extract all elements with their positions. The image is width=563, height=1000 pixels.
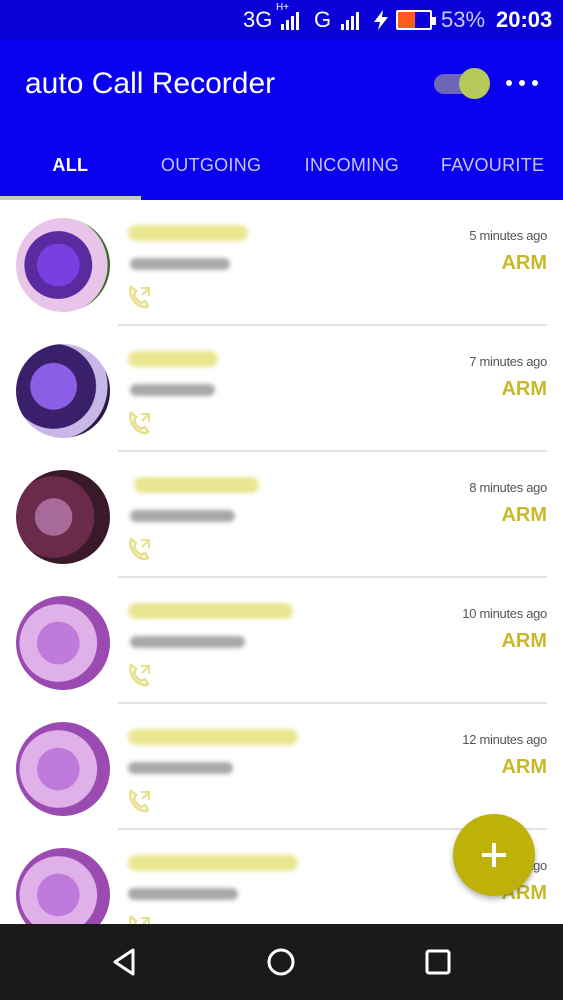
avatar: [16, 848, 110, 924]
tab-all[interactable]: ALL: [0, 140, 141, 200]
contact-name-redacted: [128, 603, 293, 619]
contact-name-redacted: [128, 225, 248, 241]
avatar: [16, 344, 110, 438]
navigation-bar: [0, 924, 563, 1000]
network-type-g: G: [314, 7, 332, 32]
sim-label: ARM: [501, 378, 547, 400]
avatar: [16, 470, 110, 564]
contact-number-redacted: [130, 258, 230, 270]
contact-number-redacted: [130, 384, 215, 396]
battery-percent: 53%: [441, 7, 486, 32]
outgoing-call-icon: [129, 285, 150, 309]
call-list: 5 minutes ago ARM 7 minutes ago ARM 8 mi…: [0, 200, 563, 924]
call-time: 7 minutes ago: [469, 354, 547, 369]
contact-number-redacted: [128, 762, 233, 774]
tab-favourite[interactable]: FAVOURITE: [422, 140, 563, 200]
contact-name-redacted: [128, 351, 218, 367]
signal-icon: [281, 10, 301, 30]
app-title: auto Call Recorder: [25, 67, 276, 100]
home-icon[interactable]: [263, 944, 299, 980]
list-item[interactable]: 5 minutes ago ARM: [0, 200, 563, 326]
call-time: 10 minutes ago: [462, 606, 547, 621]
avatar: [16, 596, 110, 690]
back-icon[interactable]: [107, 944, 143, 980]
more-vertical-icon[interactable]: [506, 70, 538, 96]
app-bar: auto Call Recorder ALL OUTGOING INCOMING…: [0, 40, 563, 200]
outgoing-call-icon: [129, 663, 150, 687]
signal-icon: [341, 10, 361, 30]
battery-icon: [396, 10, 436, 30]
status-bar: 3G H+ G 53% 20:03: [0, 0, 563, 40]
list-item[interactable]: 8 minutes ago ARM: [0, 452, 563, 578]
sim-label: ARM: [501, 252, 547, 274]
outgoing-call-icon: [129, 411, 150, 435]
contact-name-redacted: [134, 477, 259, 493]
contact-name-redacted: [128, 729, 298, 745]
sim-label: ARM: [501, 504, 547, 526]
contact-number-redacted: [128, 888, 238, 900]
battery-fill: [398, 12, 415, 28]
contact-number-redacted: [130, 510, 235, 522]
recents-icon[interactable]: [420, 944, 456, 980]
tab-outgoing[interactable]: OUTGOING: [141, 140, 282, 200]
auto-record-toggle[interactable]: [432, 68, 490, 99]
outgoing-call-icon: [129, 915, 150, 924]
charging-icon: [374, 10, 388, 30]
sim-label: ARM: [501, 756, 547, 778]
list-item[interactable]: 12 minutes ago ARM: [0, 704, 563, 830]
avatar: [16, 722, 110, 816]
outgoing-call-icon: [129, 789, 150, 813]
status-time: 20:03: [496, 7, 553, 32]
add-button[interactable]: [453, 814, 535, 896]
contact-name-redacted: [128, 855, 298, 871]
call-time: 12 minutes ago: [462, 732, 547, 747]
outgoing-call-icon: [129, 537, 150, 561]
list-item[interactable]: 10 minutes ago ARM: [0, 578, 563, 704]
toggle-thumb: [459, 68, 490, 99]
call-time: 8 minutes ago: [469, 480, 547, 495]
list-item[interactable]: 7 minutes ago ARM: [0, 326, 563, 452]
contact-number-redacted: [130, 636, 245, 648]
call-time: 5 minutes ago: [469, 228, 547, 243]
tab-bar: ALL OUTGOING INCOMING FAVOURITE: [0, 140, 563, 200]
avatar: [16, 218, 110, 312]
sim-label: ARM: [501, 630, 547, 652]
network-type-3g: 3G: [243, 7, 273, 32]
tab-incoming[interactable]: INCOMING: [282, 140, 423, 200]
